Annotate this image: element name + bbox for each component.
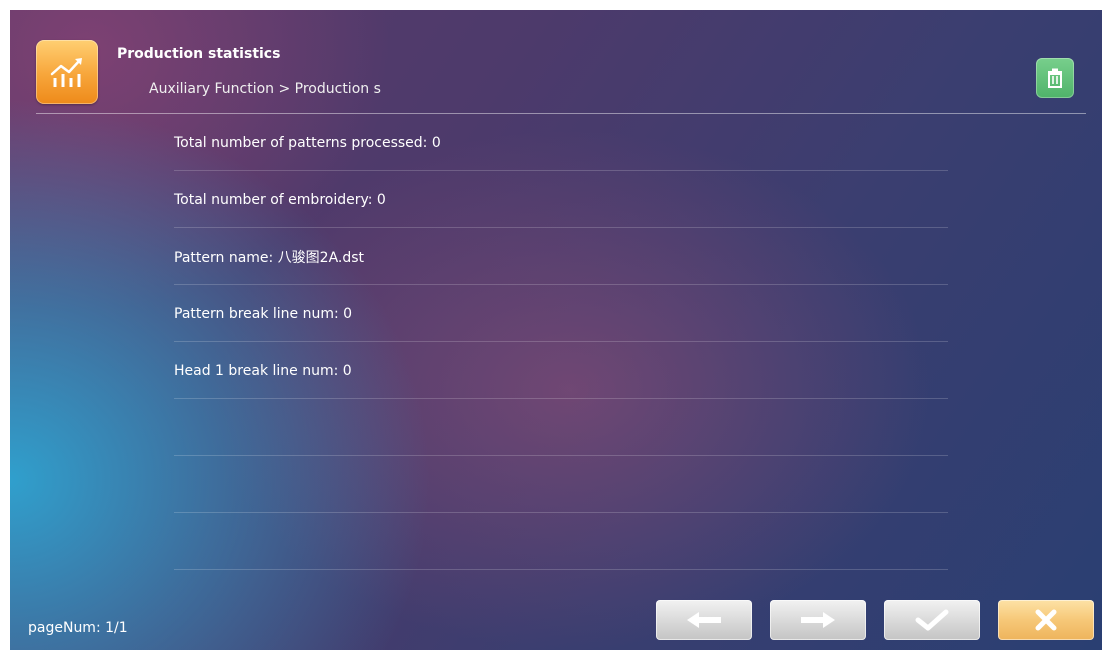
prev-page-button[interactable] bbox=[656, 600, 752, 640]
close-icon bbox=[1035, 609, 1057, 631]
stat-row-embroidery: Total number of embroidery: 0 bbox=[174, 171, 948, 228]
breadcrumb: Auxiliary Function > Production s bbox=[149, 81, 381, 97]
statistics-chart-icon bbox=[36, 40, 98, 104]
stat-row-empty bbox=[174, 456, 948, 513]
next-page-button[interactable] bbox=[770, 600, 866, 640]
statistics-list: Total number of patterns processed: 0 To… bbox=[174, 114, 948, 570]
arrow-left-icon bbox=[687, 612, 721, 628]
stat-row-pattern-name: Pattern name: 八骏图2A.dst bbox=[174, 228, 948, 285]
stat-row-empty bbox=[174, 513, 948, 570]
stat-row-patterns-processed: Total number of patterns processed: 0 bbox=[174, 114, 948, 171]
stat-row-pattern-break-line: Pattern break line num: 0 bbox=[174, 285, 948, 342]
trash-icon bbox=[1048, 68, 1062, 88]
page-number: pageNum: 1/1 bbox=[28, 620, 128, 636]
checkmark-icon bbox=[915, 609, 949, 631]
stat-row-empty bbox=[174, 399, 948, 456]
arrow-right-icon bbox=[801, 612, 835, 628]
screen: Production statistics Auxiliary Function… bbox=[10, 10, 1102, 650]
confirm-button[interactable] bbox=[884, 600, 980, 640]
delete-button[interactable] bbox=[1036, 58, 1074, 98]
page-title: Production statistics bbox=[117, 46, 281, 62]
stat-row-head1-break-line: Head 1 break line num: 0 bbox=[174, 342, 948, 399]
close-button[interactable] bbox=[998, 600, 1094, 640]
